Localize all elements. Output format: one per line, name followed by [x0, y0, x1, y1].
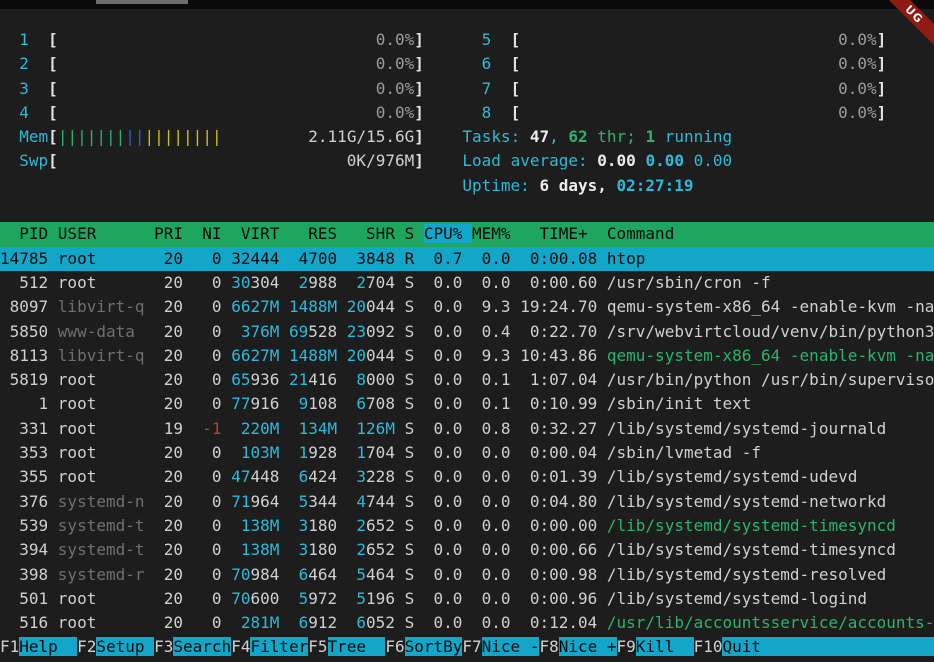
- process-row-5819[interactable]: 5819 root 20 0 65936 21416 8000 S 0.0 0.…: [0, 368, 934, 392]
- fkey-f5-key[interactable]: F5: [308, 637, 327, 656]
- process-row-353[interactable]: 353 root 20 0 103M 1928 1704 S 0.0 0.0 0…: [0, 441, 934, 465]
- process-table-header: PID USER PRI NI VIRT RES SHR S CPU% MEM%…: [0, 222, 934, 246]
- column-header-ni[interactable]: NI: [193, 224, 232, 243]
- process-row-14785[interactable]: 14785 root 20 0 32444 4700 3848 R 0.7 0.…: [0, 247, 934, 271]
- fkey-f7-nice-[interactable]: Nice -: [482, 637, 540, 656]
- cpu-meter-row-3: 3 [ 0.0%] 7 [ 0.0%]: [0, 77, 934, 101]
- mem-meter-value: 2.11G/15.6G: [308, 127, 414, 146]
- mem-bar-blue-segment: ||: [125, 127, 144, 146]
- process-row-355[interactable]: 355 root 20 0 47448 6424 3228 S 0.0 0.0 …: [0, 465, 934, 489]
- column-header-time[interactable]: TIME+: [520, 224, 607, 243]
- mem-bar-yellow-segment: ||||||||: [145, 127, 222, 146]
- cpu-meter-4-label: 4: [19, 103, 48, 122]
- fkey-bar-fill: [761, 637, 934, 656]
- cpu-meter-3-label: 3: [19, 79, 48, 98]
- fkey-f3-key[interactable]: F3: [154, 637, 173, 656]
- process-row-8097[interactable]: 8097 libvirt-q 20 0 6627M 1488M 20044 S …: [0, 295, 934, 319]
- fkey-f10-quit[interactable]: Quit: [722, 637, 761, 656]
- fkey-f1-key[interactable]: F1: [0, 637, 19, 656]
- uptime: Uptime: 6 days, 02:27:19: [462, 176, 693, 195]
- cpu-meter-row-2: 2 [ 0.0%] 6 [ 0.0%]: [0, 52, 934, 76]
- column-header-res[interactable]: RES: [289, 224, 347, 243]
- cpu-meter-2-label: 2: [19, 54, 48, 73]
- mem-bar-green-segment: |||||||: [58, 127, 125, 146]
- cpu-meter-7-frame: ]: [877, 79, 887, 98]
- process-row-394[interactable]: 394 systemd-t 20 0 138M 3180 2652 S 0.0 …: [0, 538, 934, 562]
- fkey-f10-key[interactable]: F10: [694, 637, 723, 656]
- column-header-cpu[interactable]: CPU%: [424, 224, 472, 243]
- column-header-s[interactable]: S: [405, 224, 424, 243]
- function-key-bar: F1Help F2Setup F3SearchF4FilterF5Tree F6…: [0, 635, 934, 659]
- memory-meter-and-tasks: Mem[||||||||||||||||| 2.11G/15.6G] Tasks…: [0, 125, 934, 149]
- cpu-meter-5-frame: ]: [877, 30, 887, 49]
- fkey-f2-setup[interactable]: Setup: [96, 637, 154, 656]
- column-header-virt[interactable]: VIRT: [231, 224, 289, 243]
- process-row-539[interactable]: 539 systemd-t 20 0 138M 3180 2652 S 0.0 …: [0, 514, 934, 538]
- fkey-f8-key[interactable]: F8: [539, 637, 558, 656]
- fkey-f6-sortby[interactable]: SortBy: [405, 637, 463, 656]
- process-row-376[interactable]: 376 systemd-n 20 0 71964 5344 4744 S 0.0…: [0, 490, 934, 514]
- top-strip: [0, 0, 934, 9]
- process-row-516[interactable]: 516 root 20 0 281M 6912 6052 S 0.0 0.0 0…: [0, 611, 934, 635]
- process-row-1[interactable]: 1 root 20 0 77916 9108 6708 S 0.0 0.1 0:…: [0, 392, 934, 416]
- process-row-5850[interactable]: 5850 www-data 20 0 376M 69528 23092 S 0.…: [0, 320, 934, 344]
- process-row-501[interactable]: 501 root 20 0 70600 5972 5196 S 0.0 0.0 …: [0, 587, 934, 611]
- process-row-512[interactable]: 512 root 20 0 30304 2988 2704 S 0.0 0.0 …: [0, 271, 934, 295]
- fkey-f1-help[interactable]: Help: [19, 637, 77, 656]
- fkey-f7-key[interactable]: F7: [462, 637, 481, 656]
- fkey-f2-key[interactable]: F2: [77, 637, 96, 656]
- cpu-meter-8-frame: ]: [877, 103, 887, 122]
- fkey-f4-key[interactable]: F4: [231, 637, 250, 656]
- window-tab-sliver: [96, 0, 188, 4]
- uptime-row: Uptime: 6 days, 02:27:19: [0, 174, 934, 198]
- column-header-mem[interactable]: MEM%: [472, 224, 520, 243]
- cpu-meter-6-frame: ]: [877, 54, 887, 73]
- fkey-f5-tree[interactable]: Tree: [328, 637, 386, 656]
- load-average: Load average: 0.00 0.00 0.00: [462, 151, 732, 170]
- fkey-f9-key[interactable]: F9: [617, 637, 636, 656]
- process-row-398[interactable]: 398 systemd-r 20 0 70984 6464 5464 S 0.0…: [0, 563, 934, 587]
- terminal-content: 1 [ 0.0%] 5 [ 0.0%] 2 [ 0.0%] 6 [ 0.0%] …: [0, 28, 934, 660]
- cpu-meter-row-1: 1 [ 0.0%] 5 [ 0.0%]: [0, 28, 934, 52]
- fkey-f9-kill[interactable]: Kill: [636, 637, 694, 656]
- process-row-8113[interactable]: 8113 libvirt-q 20 0 6627M 1488M 20044 S …: [0, 344, 934, 368]
- fkey-f4-filter[interactable]: Filter: [250, 637, 308, 656]
- cpu-meter-row-4: 4 [ 0.0%] 8 [ 0.0%]: [0, 101, 934, 125]
- tasks-summary: Tasks: 47, 62 thr; 1 running: [462, 127, 732, 146]
- column-header-command[interactable]: Command: [607, 224, 934, 243]
- htop-terminal-screen: 1 [ 0.0%] 5 [ 0.0%] 2 [ 0.0%] 6 [ 0.0%] …: [0, 0, 934, 662]
- spacer-row: [0, 198, 934, 222]
- swap-meter-value: 0K/976M: [347, 151, 414, 170]
- column-header-pri[interactable]: PRI: [154, 224, 193, 243]
- fkey-f3-search[interactable]: Search: [173, 637, 231, 656]
- column-header-pid[interactable]: PID: [0, 224, 58, 243]
- cpu-meter-1-label: 1: [19, 30, 48, 49]
- process-row-331[interactable]: 331 root 19 -1 220M 134M 126M S 0.0 0.8 …: [0, 417, 934, 441]
- fkey-f8-nice-[interactable]: Nice +: [559, 637, 617, 656]
- column-header-shr[interactable]: SHR: [347, 224, 405, 243]
- column-header-user[interactable]: USER: [58, 224, 154, 243]
- swap-meter-and-load: Swp[ 0K/976M] Load average: 0.00 0.00 0.…: [0, 149, 934, 173]
- fkey-f6-key[interactable]: F6: [385, 637, 404, 656]
